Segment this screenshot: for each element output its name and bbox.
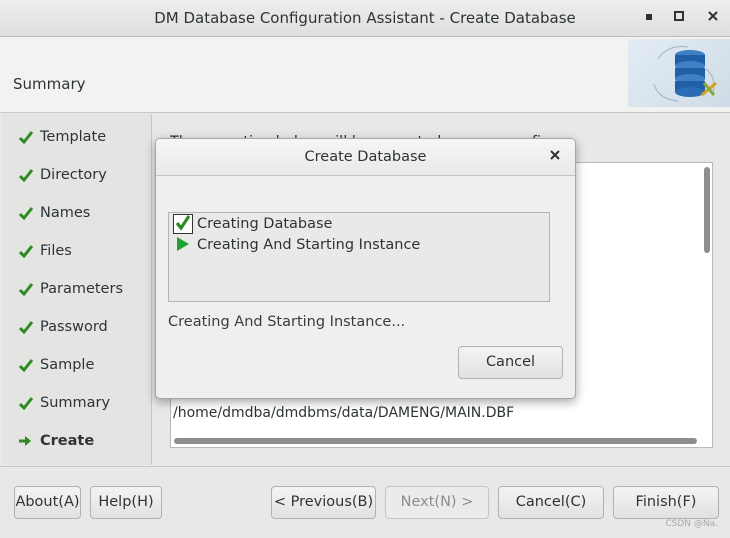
cancel-dialog-button[interactable]: Cancel <box>458 346 563 379</box>
watermark-text: CSDN @Na. <box>665 519 718 529</box>
checkmark-icon <box>18 206 40 220</box>
database-logo <box>628 39 730 107</box>
checkbox-checked-icon <box>173 214 193 234</box>
close-window-button[interactable] <box>704 9 722 27</box>
task-label: Creating Database <box>197 216 333 232</box>
next-button[interactable]: Next(N) > <box>385 486 489 519</box>
sidebar-item-password: Password <box>18 317 108 337</box>
sidebar-item-label: Directory <box>40 167 107 183</box>
task-creating-database: Creating Database <box>172 214 332 234</box>
sidebar-item-directory: Directory <box>18 165 107 185</box>
sidebar-item-label: Files <box>40 243 72 259</box>
database-icon <box>653 46 717 102</box>
sidebar-item-label: Template <box>40 129 107 145</box>
scrollbar-thumb[interactable] <box>704 167 710 253</box>
sidebar-item-label: Sample <box>40 357 95 373</box>
task-checkbox <box>172 214 197 234</box>
sidebar-item-label: Create <box>40 433 95 449</box>
checkmark-icon <box>18 282 40 296</box>
sidebar-item-template: Template <box>18 127 106 147</box>
create-database-dialog: Create Database Creating Database Creati… <box>155 138 576 399</box>
wizard-footer: About(A) Help(H) < Previous(B) Next(N) >… <box>0 466 730 538</box>
maximize-button[interactable] <box>670 9 688 27</box>
checkmark-icon <box>18 396 40 410</box>
arrow-right-icon <box>18 435 40 447</box>
title-bar: DM Database Configuration Assistant - Cr… <box>0 0 730 37</box>
help-button[interactable]: Help(H) <box>90 486 162 519</box>
checkmark-icon <box>18 244 40 258</box>
sidebar-item-label: Password <box>40 319 108 335</box>
sidebar-item-label: Summary <box>40 395 111 411</box>
checkmark-icon <box>18 358 40 372</box>
play-icon <box>172 235 197 255</box>
checkmark-icon <box>18 168 40 182</box>
window-title: DM Database Configuration Assistant - Cr… <box>154 9 576 27</box>
horizontal-scrollbar[interactable] <box>174 438 697 444</box>
dialog-title: Create Database <box>304 149 427 165</box>
minimize-icon <box>646 14 652 20</box>
sidebar-item-summary: Summary <box>18 393 110 413</box>
dialog-close-button[interactable] <box>546 147 564 165</box>
about-button[interactable]: About(A) <box>14 486 81 519</box>
progress-status-text: Creating And Starting Instance... <box>168 314 406 330</box>
checkmark-icon <box>18 320 40 334</box>
checkmark-icon <box>18 130 40 144</box>
close-icon <box>708 11 718 21</box>
task-list: Creating Database Creating And Starting … <box>168 212 550 302</box>
summary-line: /home/dmdba/dmdbms/data/DAMENG/MAIN.DBF <box>173 405 515 421</box>
task-starting-instance: Creating And Starting Instance <box>172 235 420 255</box>
maximize-icon <box>674 11 684 21</box>
sidebar-item-label: Parameters <box>40 281 123 297</box>
finish-button[interactable]: Finish(F) <box>613 486 719 519</box>
dialog-title-bar: Create Database <box>156 139 575 176</box>
previous-button[interactable]: < Previous(B) <box>271 486 376 519</box>
sidebar-item-names: Names <box>18 203 90 223</box>
sidebar-item-sample: Sample <box>18 355 94 375</box>
step-title: Summary <box>13 75 86 93</box>
wizard-header: Summary <box>0 37 730 113</box>
close-icon <box>550 150 560 160</box>
wizard-steps-sidebar: Template Directory Names Files Parameter… <box>2 114 152 465</box>
task-label: Creating And Starting Instance <box>197 237 421 253</box>
sidebar-item-create: Create <box>18 431 94 451</box>
minimize-button[interactable] <box>640 9 658 27</box>
sidebar-item-label: Names <box>40 205 91 221</box>
cancel-wizard-button[interactable]: Cancel(C) <box>498 486 604 519</box>
sidebar-item-files: Files <box>18 241 72 261</box>
vertical-scrollbar[interactable] <box>704 167 710 429</box>
sidebar-item-parameters: Parameters <box>18 279 123 299</box>
